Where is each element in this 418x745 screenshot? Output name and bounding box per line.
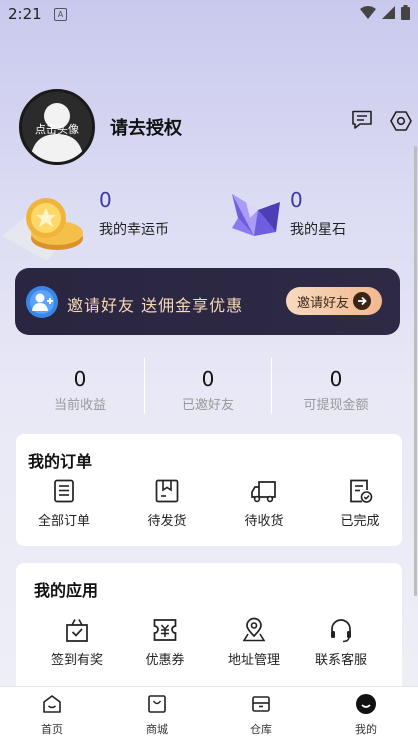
invited-friends-label: 已邀好友 [181,398,234,413]
banner-text: 邀请好友 送佣金享优惠 [67,296,244,315]
order-all[interactable]: 全部订单 [16,478,112,529]
invited-friends-value: 0 [201,367,215,391]
lucky-coin-count: 0 [99,188,112,212]
star-stone-label[interactable]: 我的星石 [290,219,346,239]
status-time: 2:21 [8,5,42,23]
app-check-in-label: 签到有奖 [50,653,103,668]
doc-check-icon [350,479,373,503]
app-check-in[interactable]: 签到有奖 [29,617,125,668]
wifi-icon [360,6,376,19]
app-address-label: 地址管理 [227,653,280,668]
tab-mall-label: 商城 [146,723,168,736]
star-stone-icon [232,194,280,236]
home-icon [43,695,61,713]
current-earnings-label: 当前收益 [53,398,106,413]
coupon-icon [153,619,177,641]
status-icons [360,5,410,20]
order-completed[interactable]: 已完成 [312,478,408,529]
login-prompt[interactable]: 请去授权 [110,114,182,140]
battery-icon [401,5,410,20]
current-earnings[interactable]: 0 当前收益 [16,367,144,413]
invite-button-label: 邀请好友 [296,295,349,311]
app-coupons[interactable]: 优惠券 [117,617,213,668]
app-customer-service-label: 联系客服 [314,653,367,668]
headset-icon [331,619,351,643]
orders-title: 我的订单 [28,452,93,471]
invite-friends-button[interactable]: 邀请好友 [286,287,382,315]
warehouse-icon [252,696,270,712]
apps-card: 我的应用 签到有奖 优惠券 地址管理 联系客服 [16,563,402,703]
location-pin-icon [242,617,266,642]
invited-friends[interactable]: 0 已邀好友 [144,367,272,413]
notification-icon: A [54,8,67,21]
list-doc-icon [54,479,74,503]
order-pending-receipt[interactable]: 待收货 [216,478,312,529]
tab-warehouse[interactable]: 仓库 [231,693,291,737]
profile-icon [356,694,376,714]
app-coupons-label: 优惠券 [145,653,185,668]
order-all-label: 全部订单 [37,514,90,529]
lucky-coin-label[interactable]: 我的幸运币 [99,219,169,239]
truck-icon [251,481,276,503]
app-customer-service[interactable]: 联系客服 [293,617,389,668]
tab-warehouse-label: 仓库 [250,723,272,736]
avatar-label: 点击头像 [35,123,79,136]
tab-mall[interactable]: 商城 [127,693,187,737]
tab-home-label: 首页 [41,723,63,736]
shopping-bag-icon [148,695,166,713]
order-pending-shipment[interactable]: 待发货 [119,478,215,529]
app-address[interactable]: 地址管理 [206,617,302,668]
current-earnings-value: 0 [73,367,87,391]
gift-bag-icon [66,619,88,642]
order-completed-label: 已完成 [340,514,380,529]
tab-profile-label: 我的 [355,723,377,736]
lucky-coin-icon [2,198,83,261]
tab-profile[interactable]: 我的 [336,693,396,737]
withdrawable-amount[interactable]: 0 可提现金额 [272,367,400,413]
package-icon [155,479,179,503]
arrow-right-icon [353,292,371,310]
order-pending-receipt-label: 待收货 [244,514,284,529]
apps-title: 我的应用 [34,581,99,600]
invite-banner[interactable]: 邀请好友 送佣金享优惠 邀请好友 [15,268,400,335]
settings-icon[interactable] [390,110,412,132]
avatar[interactable]: 点击头像 [19,89,95,165]
message-icon[interactable] [351,110,373,130]
tab-home[interactable]: 首页 [22,693,82,737]
orders-card: 我的订单 全部订单 待发货 待收货 已完成 [16,434,402,546]
signal-icon [382,6,395,19]
order-pending-shipment-label: 待发货 [147,514,187,529]
withdrawable-amount-value: 0 [329,367,343,391]
invite-user-icon [26,286,58,318]
withdrawable-amount-label: 可提现金额 [303,398,369,413]
bottom-tab-bar: 首页 商城 仓库 我的 [0,686,418,745]
star-stone-count: 0 [290,188,303,212]
scrollbar[interactable] [414,146,417,596]
